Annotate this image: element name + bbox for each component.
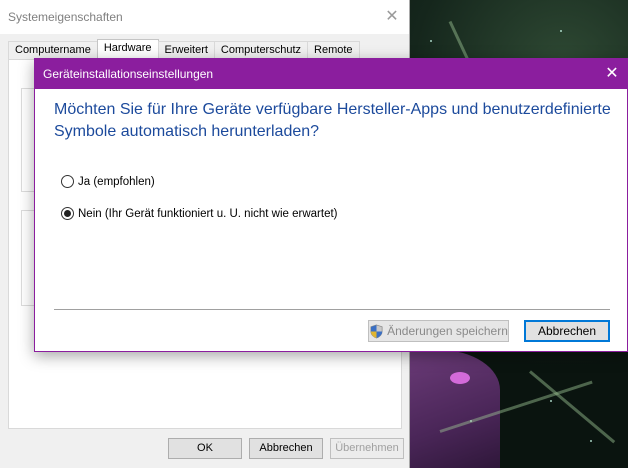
uac-shield-icon — [370, 324, 383, 338]
system-properties-titlebar[interactable]: Systemeigenschaften — [0, 0, 409, 34]
dialog-titlebar[interactable]: Geräteinstallationseinstellungen — [35, 59, 627, 89]
dialog-cancel-label: Abbrechen — [537, 324, 597, 338]
tab-computername[interactable]: Computername — [8, 41, 98, 59]
close-icon[interactable]: ✕ — [381, 6, 403, 28]
tab-computerschutz[interactable]: Computerschutz — [213, 41, 309, 59]
wallpaper-character — [410, 350, 500, 468]
radio-no-label[interactable]: Nein (Ihr Gerät funktioniert u. U. nicht… — [78, 208, 338, 220]
tab-erweitert[interactable]: Erweitert — [157, 41, 215, 59]
dialog-cancel-button[interactable]: Abbrechen — [524, 320, 610, 342]
dialog-question: Möchten Sie für Ihre Geräte verfügbare H… — [54, 101, 611, 140]
dialog-divider — [54, 309, 610, 310]
radio-yes[interactable] — [61, 175, 74, 188]
radio-option-yes[interactable]: Ja (empfohlen) — [61, 175, 155, 188]
radio-option-no[interactable]: Nein (Ihr Gerät funktioniert u. U. nicht… — [61, 207, 338, 220]
wallpaper-character-eye — [450, 372, 470, 384]
wallpaper-star — [590, 440, 592, 442]
wallpaper-beam — [529, 370, 616, 444]
system-properties-title: Systemeigenschaften — [8, 10, 123, 24]
cancel-button[interactable]: Abbrechen — [249, 438, 323, 459]
save-changes-label: Änderungen speichern — [387, 324, 508, 338]
device-installation-settings-dialog: Geräteinstallationseinstellungen ✕ Möcht… — [34, 58, 628, 352]
tab-remote[interactable]: Remote — [307, 41, 360, 59]
radio-no[interactable] — [61, 207, 74, 220]
ok-button[interactable]: OK — [168, 438, 242, 459]
apply-button[interactable]: Übernehmen — [330, 438, 404, 459]
save-changes-button[interactable]: Änderungen speichern — [368, 320, 509, 342]
wallpaper-star — [550, 400, 552, 402]
close-icon[interactable]: ✕ — [597, 59, 627, 89]
wallpaper-star — [430, 40, 432, 42]
system-properties-buttons: OK Abbrechen Übernehmen — [168, 438, 404, 459]
tab-hardware[interactable]: Hardware — [96, 39, 159, 59]
radio-yes-label[interactable]: Ja (empfohlen) — [78, 176, 155, 188]
wallpaper-star — [560, 30, 562, 32]
tab-strip: Computername Hardware Erweitert Computer… — [8, 39, 360, 59]
dialog-title: Geräteinstallationseinstellungen — [43, 67, 214, 81]
